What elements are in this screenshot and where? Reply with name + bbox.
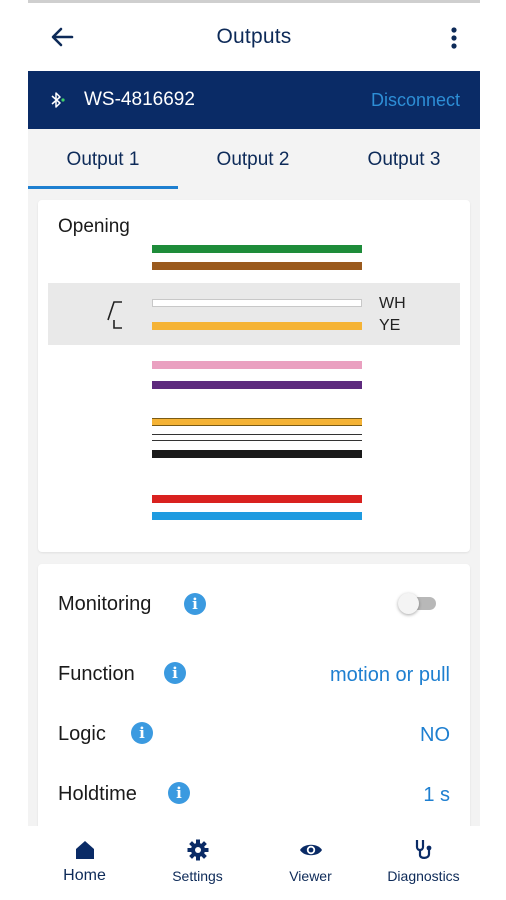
info-icon[interactable]: i (131, 722, 153, 744)
wire-pink (152, 361, 362, 369)
holdtime-label: Holdtime (58, 783, 137, 805)
page-title: Outputs (216, 25, 292, 48)
settings-card: Monitoring i Function i motion or pull L… (38, 564, 470, 864)
monitoring-toggle[interactable] (398, 592, 436, 614)
disconnect-button[interactable]: Disconnect (371, 90, 460, 111)
app-bar: Outputs (28, 3, 480, 71)
device-bar: WS-4816692 Disconnect (28, 71, 480, 129)
home-icon (75, 841, 94, 859)
stethoscope-icon (415, 840, 431, 859)
wire-label-ye: YE (379, 317, 401, 334)
gear-icon (187, 839, 208, 861)
monitoring-label: Monitoring (58, 593, 152, 615)
nav-label: Diagnostics (387, 868, 460, 884)
wire-red (152, 495, 362, 503)
wire-label-wh: WH (379, 295, 406, 312)
logic-value[interactable]: NO (420, 724, 450, 747)
wire-black (152, 450, 362, 458)
app-screen: Outputs WS-4816692 Disconnect Output 1 O… (28, 0, 480, 900)
nav-home[interactable]: Home (28, 826, 141, 900)
toggle-thumb (398, 593, 419, 614)
eye-icon (299, 844, 322, 856)
switch-contact-icon (107, 301, 122, 329)
wire-green (152, 245, 362, 253)
holdtime-value[interactable]: 1 s (423, 784, 450, 807)
wiring-title: Opening (58, 216, 130, 237)
nav-label: Settings (172, 868, 223, 884)
function-label: Function (58, 663, 135, 685)
wire-brown (152, 262, 362, 270)
nav-diagnostics[interactable]: Diagnostics (367, 826, 480, 900)
wire-yellow-black (152, 418, 362, 426)
info-icon[interactable]: i (168, 782, 190, 804)
tab-output-1[interactable]: Output 1 (28, 129, 178, 191)
wire-violet (152, 381, 362, 389)
more-menu-button[interactable] (442, 23, 466, 53)
info-icon[interactable]: i (164, 662, 186, 684)
more-vertical-icon (451, 27, 457, 49)
info-icon[interactable]: i (184, 593, 206, 615)
wire-white-black (152, 434, 362, 441)
wire-white (152, 299, 362, 307)
nav-settings[interactable]: Settings (141, 826, 254, 900)
tab-output-2[interactable]: Output 2 (178, 129, 328, 191)
wire-yellow (152, 322, 362, 330)
bluetooth-icon (51, 92, 65, 108)
nav-viewer[interactable]: Viewer (254, 826, 367, 900)
device-name: WS-4816692 (84, 89, 195, 110)
output-tabs: Output 1 Output 2 Output 3 (28, 129, 480, 191)
function-value[interactable]: motion or pull (330, 664, 450, 687)
wire-blue (152, 512, 362, 520)
bottom-navigation: Home Settings Viewer Diagnostics (28, 826, 480, 900)
tab-indicator (28, 186, 178, 189)
nav-label: Home (63, 867, 106, 884)
tab-output-3[interactable]: Output 3 (328, 129, 480, 191)
logic-label: Logic (58, 723, 106, 745)
wiring-card: Opening WH YE (38, 200, 470, 552)
nav-label: Viewer (289, 868, 332, 884)
